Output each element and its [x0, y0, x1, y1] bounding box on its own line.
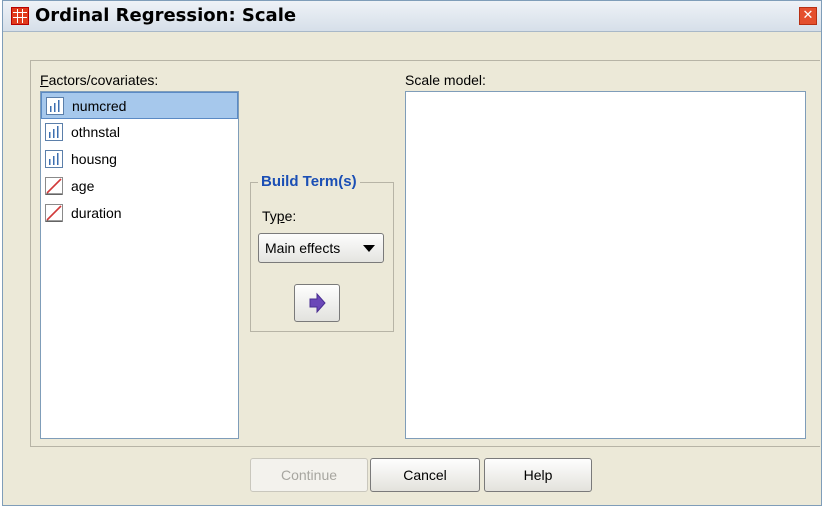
type-dropdown-value: Main effects: [265, 240, 341, 256]
help-button[interactable]: Help: [484, 458, 592, 492]
list-item-duration[interactable]: duration: [41, 200, 238, 227]
scale-model-listbox[interactable]: [405, 91, 806, 439]
type-dropdown[interactable]: Main effects: [258, 233, 384, 263]
cancel-button[interactable]: Cancel: [370, 458, 480, 492]
build-terms-legend: Build Term(s): [258, 173, 360, 190]
factors-label: Factors/covariates:: [40, 72, 159, 88]
list-item-housng[interactable]: housng: [41, 146, 238, 173]
chevron-down-icon: [363, 245, 375, 252]
table-icon: [11, 7, 29, 25]
scale-variable-icon: [45, 204, 63, 222]
scale-variable-icon: [45, 177, 63, 195]
list-item-age[interactable]: age: [41, 173, 238, 200]
list-item-othnstal[interactable]: othnstal: [41, 119, 238, 146]
continue-button[interactable]: Continue: [250, 458, 368, 492]
type-label: Type:: [262, 208, 297, 224]
list-item-numcred[interactable]: numcred: [41, 92, 238, 119]
right-arrow-icon: [309, 292, 326, 314]
factors-listbox[interactable]: numcred othnstal housng age duration: [40, 91, 239, 439]
close-icon[interactable]: ✕: [799, 7, 817, 25]
move-to-scale-button[interactable]: [294, 284, 340, 322]
ordinal-variable-icon: [45, 123, 63, 141]
ordinal-variable-icon: [46, 97, 64, 115]
window-title: Ordinal Regression: Scale: [35, 5, 297, 26]
ordinal-variable-icon: [45, 150, 63, 168]
scale-model-label: Scale model:: [405, 72, 486, 88]
title-bar[interactable]: Ordinal Regression: Scale ✕: [3, 1, 821, 32]
